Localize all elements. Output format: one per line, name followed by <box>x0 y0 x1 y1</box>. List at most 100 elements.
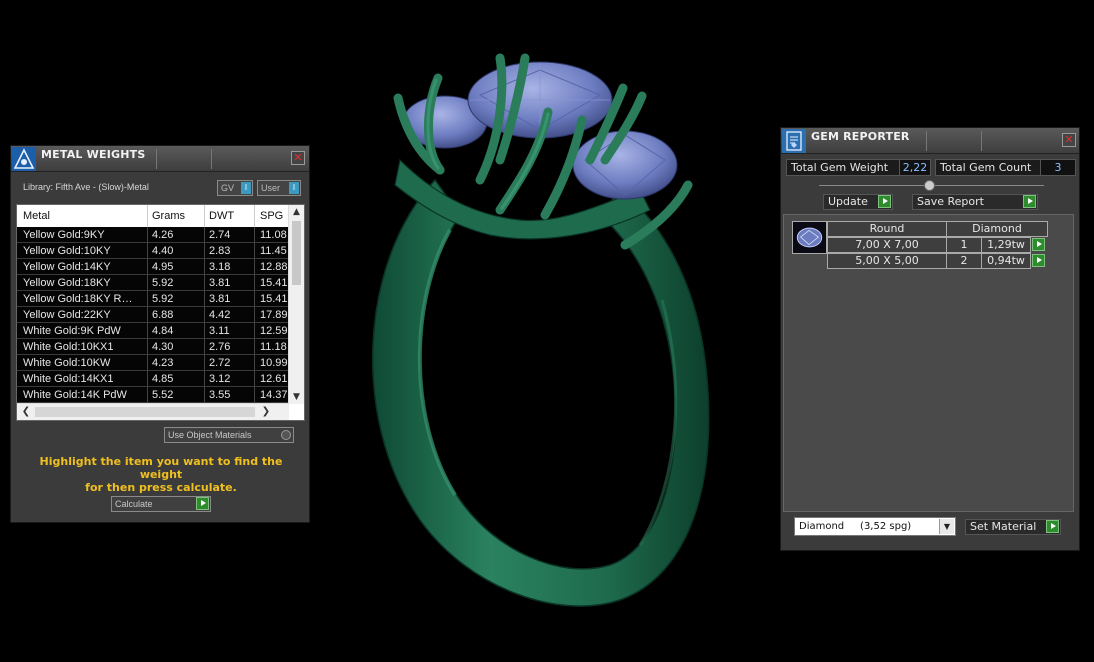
table-cell-spg: 15.41 <box>260 277 288 289</box>
column-divider <box>204 291 205 307</box>
table-cell-spg: 10.99 <box>260 357 288 369</box>
scroll-thumb[interactable] <box>292 221 301 285</box>
calculate-button[interactable]: Calculate <box>111 496 211 512</box>
column-divider <box>204 243 205 259</box>
table-cell-spg: 17.89 <box>260 309 288 321</box>
vertical-scrollbar[interactable]: ▲ ▼ <box>288 205 304 404</box>
column-header-spg[interactable]: SPG <box>260 210 283 222</box>
radio-icon[interactable] <box>281 430 291 440</box>
title-separator <box>156 149 157 169</box>
total-gem-count-label: Total Gem Count <box>935 159 1041 176</box>
gv-toggle[interactable]: GV I <box>217 180 253 196</box>
slider-handle[interactable] <box>924 180 935 191</box>
chevron-down-icon[interactable]: ▼ <box>939 519 954 534</box>
table-cell-spg: 11.08 <box>260 229 287 241</box>
info-icon[interactable]: I <box>289 182 299 194</box>
table-row[interactable]: White Gold:10KW 4.23 2.72 10.99 <box>17 355 289 371</box>
table-row[interactable]: White Gold:14KX1 4.85 3.12 12.61 <box>17 371 289 387</box>
table-cell-grams: 4.95 <box>152 261 174 273</box>
table-cell-spg: 11.18 <box>260 341 287 353</box>
metal-table[interactable]: Metal Grams DWT SPG Yellow Gold:9KY 4.26 2… <box>16 204 305 421</box>
play-icon[interactable] <box>1023 195 1036 208</box>
table-cell-metal: White Gold:10KW <box>23 357 111 369</box>
use-object-materials-toggle[interactable]: Use Object Materials <box>164 427 294 443</box>
ring-model[interactable] <box>371 53 710 607</box>
play-icon[interactable] <box>196 497 209 510</box>
save-report-label: Save Report <box>917 195 984 208</box>
metal-weights-panel: METAL WEIGHTS ✕ Library: Fifth Ave - (Sl… <box>10 145 310 523</box>
use-object-materials-label: Use Object Materials <box>168 430 252 440</box>
set-material-button[interactable]: Set Material <box>965 519 1061 535</box>
column-header-dwt[interactable]: DWT <box>209 210 234 222</box>
table-cell-metal: Yellow Gold:9KY <box>23 229 105 241</box>
column-divider <box>147 307 148 323</box>
select-gem-icon[interactable] <box>1032 238 1045 251</box>
table-cell-grams: 4.85 <box>152 373 174 385</box>
table-row[interactable]: Yellow Gold:10KY 4.40 2.83 11.45 <box>17 243 289 259</box>
update-button[interactable]: Update <box>823 194 893 210</box>
gem-count: 2 <box>946 253 982 269</box>
column-divider <box>204 371 205 387</box>
column-divider <box>147 323 148 339</box>
table-row[interactable]: White Gold:10KX1 4.30 2.76 11.18 <box>17 339 289 355</box>
table-row[interactable]: Yellow Gold:18KY 5.92 3.81 15.41 <box>17 275 289 291</box>
table-cell-grams: 4.84 <box>152 325 174 337</box>
column-divider <box>147 259 148 275</box>
gem-reporter-titlebar[interactable]: GEM REPORTER ✕ <box>781 128 1079 154</box>
table-row[interactable]: Yellow Gold:14KY 4.95 3.18 12.88 <box>17 259 289 275</box>
panel-title: GEM REPORTER <box>811 130 910 143</box>
column-divider <box>254 291 255 307</box>
instruction-text: Highlight the item you want to find the … <box>19 455 303 494</box>
material-select[interactable]: Diamond (3,52 spg) ▼ <box>794 517 956 536</box>
user-toggle-label: User <box>261 183 281 193</box>
scale-icon <box>12 147 36 171</box>
column-divider <box>254 227 255 243</box>
column-divider <box>254 387 255 403</box>
column-header-grams[interactable]: Grams <box>152 210 185 222</box>
table-row[interactable]: Yellow Gold:18KY R… 5.92 3.81 15.41 <box>17 291 289 307</box>
table-row[interactable]: Yellow Gold:22KY 6.88 4.42 17.89 <box>17 307 289 323</box>
select-gem-icon[interactable] <box>1032 254 1045 267</box>
user-toggle[interactable]: User I <box>257 180 301 196</box>
gem-list[interactable]: Round Diamond 7,00 X 7,00 1 1,29tw 5,00 … <box>783 214 1074 512</box>
table-cell-spg: 15.41 <box>260 293 288 305</box>
play-icon[interactable] <box>878 195 891 208</box>
scroll-down-icon[interactable]: ▼ <box>289 390 304 404</box>
close-button[interactable]: ✕ <box>1062 133 1076 147</box>
column-divider <box>204 323 205 339</box>
gv-toggle-label: GV <box>221 183 235 193</box>
table-cell-dwt: 3.12 <box>209 373 231 385</box>
title-separator <box>211 149 212 169</box>
column-divider <box>147 339 148 355</box>
scroll-right-icon[interactable]: ❯ <box>259 405 273 419</box>
gem-count: 1 <box>946 237 982 253</box>
column-divider <box>147 243 148 259</box>
info-icon[interactable]: I <box>241 182 251 194</box>
table-cell-metal: White Gold:9K PdW <box>23 325 121 337</box>
column-divider <box>147 387 148 403</box>
scroll-left-icon[interactable]: ❮ <box>19 405 33 419</box>
play-icon[interactable] <box>1046 520 1059 533</box>
scroll-thumb[interactable] <box>35 407 255 417</box>
table-row[interactable]: White Gold:9K PdW 4.84 3.11 12.59 <box>17 323 289 339</box>
column-header-metal[interactable]: Metal <box>23 210 50 222</box>
column-divider <box>254 275 255 291</box>
instruction-line: Highlight the item you want to find the … <box>39 455 283 481</box>
table-row[interactable]: White Gold:14K PdW 5.52 3.55 14.37 <box>17 387 289 403</box>
column-divider <box>204 339 205 355</box>
save-report-button[interactable]: Save Report <box>912 194 1038 210</box>
table-cell-spg: 12.88 <box>260 261 288 273</box>
metal-weights-titlebar[interactable]: METAL WEIGHTS ✕ <box>11 146 309 172</box>
table-cell-grams: 4.40 <box>152 245 174 257</box>
table-cell-dwt: 2.83 <box>209 245 231 257</box>
total-gem-weight-value: 2,22 <box>899 159 931 176</box>
table-cell-grams: 4.26 <box>152 229 174 241</box>
table-cell-grams: 4.23 <box>152 357 174 369</box>
table-row[interactable]: Yellow Gold:9KY 4.26 2.74 11.08 <box>17 227 289 243</box>
column-divider <box>254 205 255 227</box>
table-cell-metal: White Gold:10KX1 <box>23 341 114 353</box>
horizontal-scrollbar[interactable]: ❮ ❯ <box>17 403 289 420</box>
close-button[interactable]: ✕ <box>291 151 305 165</box>
scroll-up-icon[interactable]: ▲ <box>289 205 304 219</box>
column-divider <box>204 205 205 227</box>
